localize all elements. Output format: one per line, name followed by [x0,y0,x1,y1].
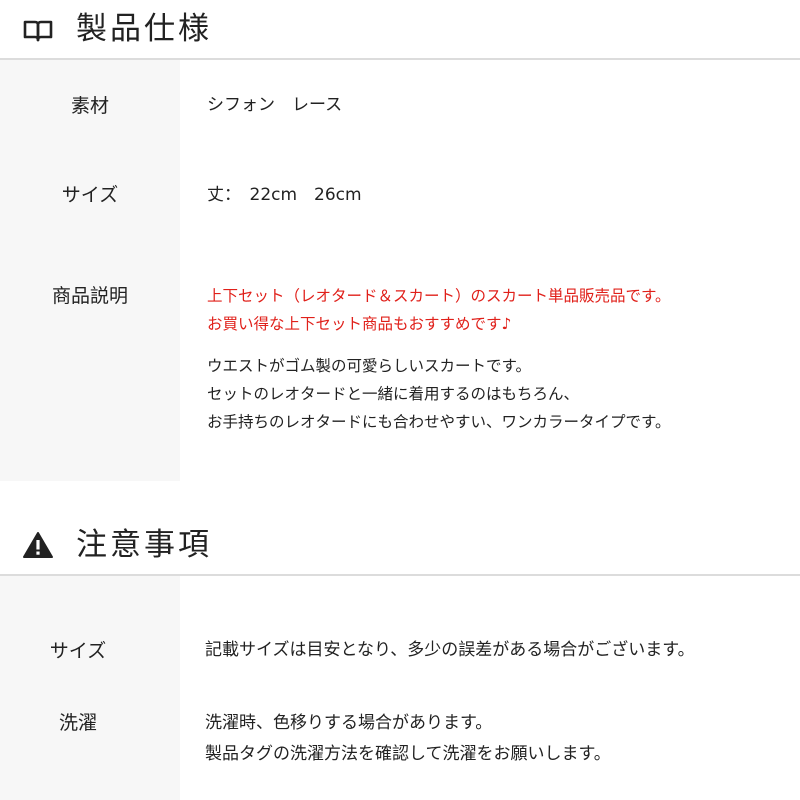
description-body-line: お手持ちのレオタードにも合わせやすい、ワンカラータイプです。 [207,413,671,431]
spec-section-title: 製品仕様 [76,11,212,47]
notes-size-line: 記載サイズは目安となり、多少の誤差がある場合がございます。 [205,640,695,660]
warning-icon [23,532,53,558]
description-highlight-line: お買い得な上下セット商品もおすすめです♪ [207,315,512,333]
spec-value-material: シフォン レース [207,95,343,115]
notes-value-size: 記載サイズは目安となり、多少の誤差がある場合がございます。 [205,636,695,664]
notes-section-header: 注意事項 [0,516,800,576]
spec-value-size: 丈： 22cm 26cm [207,185,362,205]
notes-label-size: サイズ [49,640,107,662]
notes-label-washing: 洗濯 [58,712,97,734]
description-body-line: ウエストがゴム製の可愛らしいスカートです。 [207,357,531,375]
spec-label-description: 商品説明 [51,285,128,307]
description-body: ウエストがゴム製の可愛らしいスカートです。 セットのレオタードと一緒に着用するの… [207,352,670,436]
notes-washing-line: 洗濯時、色移りする場合があります。 [205,713,493,733]
notes-value-washing: 洗濯時、色移りする場合があります。 製品タグの洗濯方法を確認して洗濯をお願いしま… [205,708,611,770]
spec-label-material: 素材 [70,95,109,117]
notes-label-column [0,576,180,800]
spec-section-header: 製品仕様 [0,0,800,60]
spec-label-size: サイズ [61,184,119,206]
description-highlight-line: 上下セット（レオタード＆スカート）のスカート単品販売品です。 [207,287,671,305]
description-body-line: セットのレオタードと一緒に着用するのはもちろん、 [207,385,580,403]
notes-washing-line: 製品タグの洗濯方法を確認して洗濯をお願いします。 [205,744,611,764]
notes-section-title: 注意事項 [76,527,212,563]
book-icon [23,20,53,42]
description-highlight: 上下セット（レオタード＆スカート）のスカート単品販売品です。 お買い得な上下セッ… [207,282,670,338]
spec-label-column [0,60,180,481]
